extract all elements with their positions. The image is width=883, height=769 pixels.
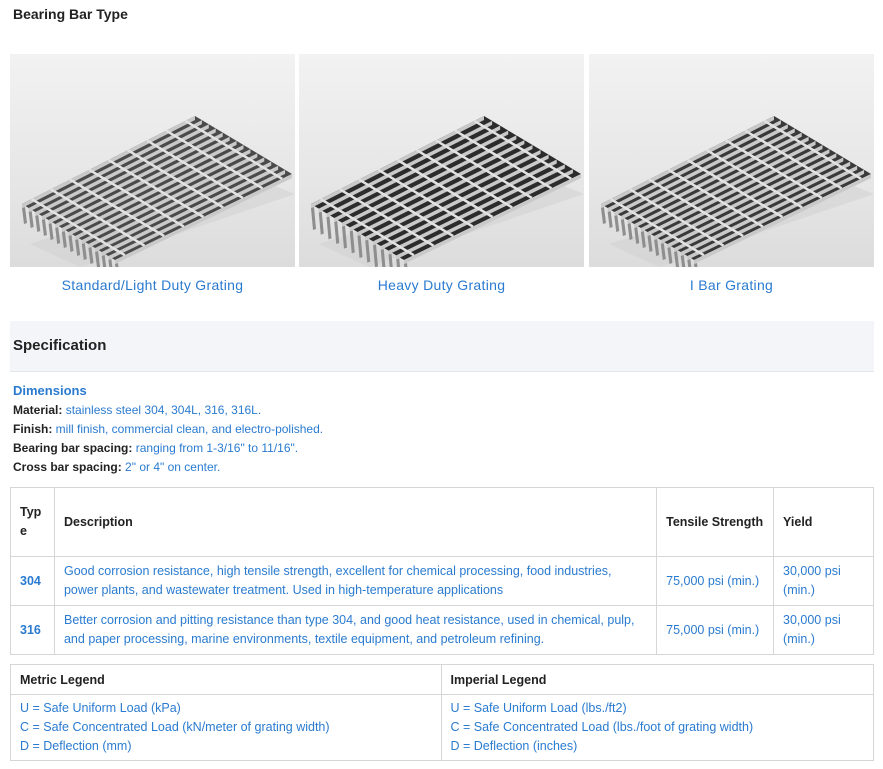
legend-table: Metric Legend Imperial Legend U = Safe U… <box>10 664 874 761</box>
cell-type: 316 <box>10 605 55 655</box>
gallery-card-standard[interactable]: Standard/Light Duty Grating <box>10 54 295 299</box>
metric-legend-title: Metric Legend <box>10 664 442 695</box>
header-type: Typ e <box>10 487 55 557</box>
cell-yield: 30,000 psi (min.) <box>773 605 874 655</box>
cell-yield: 30,000 psi (min.) <box>773 556 874 606</box>
table-row: 316 Better corrosion and pitting resista… <box>10 605 874 655</box>
legend-item: U = Safe Uniform Load (lbs./ft2) <box>450 701 627 715</box>
imperial-legend-title: Imperial Legend <box>440 664 874 695</box>
spec-row-cross-spacing: Cross bar spacing: 2" or 4" on center. <box>13 458 863 477</box>
legend-item: C = Safe Concentrated Load (kN/meter of … <box>20 720 330 734</box>
imperial-legend-list: U = Safe Uniform Load (lbs./ft2) C = Saf… <box>440 694 874 761</box>
table-row: 304 Good corrosion resistance, high tens… <box>10 556 874 606</box>
gallery-caption[interactable]: I Bar Grating <box>589 277 874 293</box>
cell-description: Good corrosion resistance, high tensile … <box>53 556 658 606</box>
cell-tensile: 75,000 psi (min.) <box>656 556 775 606</box>
spec-label: Material: <box>13 403 63 417</box>
types-table: Typ e Description Tensile Strength Yield… <box>10 487 874 655</box>
grating-photo-icon <box>589 54 874 267</box>
cell-tensile: 75,000 psi (min.) <box>656 605 775 655</box>
gallery-caption[interactable]: Standard/Light Duty Grating <box>10 277 295 293</box>
legend-item: U = Safe Uniform Load (kPa) <box>20 701 181 715</box>
gallery-caption[interactable]: Heavy Duty Grating <box>299 277 584 293</box>
header-description: Description <box>53 487 658 557</box>
specification-header: Specification <box>10 321 874 372</box>
legend-item: D = Deflection (mm) <box>20 739 132 753</box>
spec-value: stainless steel 304, 304L, 316, 316L. <box>65 403 262 417</box>
legend-body-row: U = Safe Uniform Load (kPa) C = Safe Con… <box>10 694 874 761</box>
gallery-card-ibar[interactable]: I Bar Grating <box>589 54 874 299</box>
table-header-row: Typ e Description Tensile Strength Yield <box>10 487 874 557</box>
product-gallery: Standard/Light Duty Grating Heavy Duty G… <box>10 54 874 299</box>
dimensions-title: Dimensions <box>13 383 87 398</box>
spec-value: mill finish, commercial clean, and elect… <box>55 422 324 436</box>
gallery-card-heavy[interactable]: Heavy Duty Grating <box>299 54 584 299</box>
cell-description: Better corrosion and pitting resistance … <box>53 605 658 655</box>
legend-item: D = Deflection (inches) <box>450 739 578 753</box>
spec-label: Bearing bar spacing: <box>13 441 133 455</box>
grating-photo-icon <box>299 54 584 267</box>
spec-row-bearing-spacing: Bearing bar spacing: ranging from 1-3/16… <box>13 439 863 458</box>
legend-header-row: Metric Legend Imperial Legend <box>10 664 874 695</box>
spec-value: ranging from 1-3/16" to 11/16". <box>135 441 299 455</box>
section-title: Bearing Bar Type <box>13 6 128 22</box>
header-yield: Yield <box>773 487 874 557</box>
grating-photo-icon <box>10 54 295 267</box>
legend-item: C = Safe Concentrated Load (lbs./foot of… <box>450 720 754 734</box>
spec-row-material: Material: stainless steel 304, 304L, 316… <box>13 401 863 420</box>
spec-value: 2" or 4" on center. <box>125 460 221 474</box>
specification-title: Specification <box>13 337 107 354</box>
spec-label: Cross bar spacing: <box>13 460 122 474</box>
metric-legend-list: U = Safe Uniform Load (kPa) C = Safe Con… <box>10 694 442 761</box>
cell-type: 304 <box>10 556 55 606</box>
dimensions-block: Dimensions Material: stainless steel 304… <box>13 382 863 477</box>
header-tensile: Tensile Strength <box>656 487 775 557</box>
spec-row-finish: Finish: mill finish, commercial clean, a… <box>13 420 863 439</box>
spec-label: Finish: <box>13 422 53 436</box>
